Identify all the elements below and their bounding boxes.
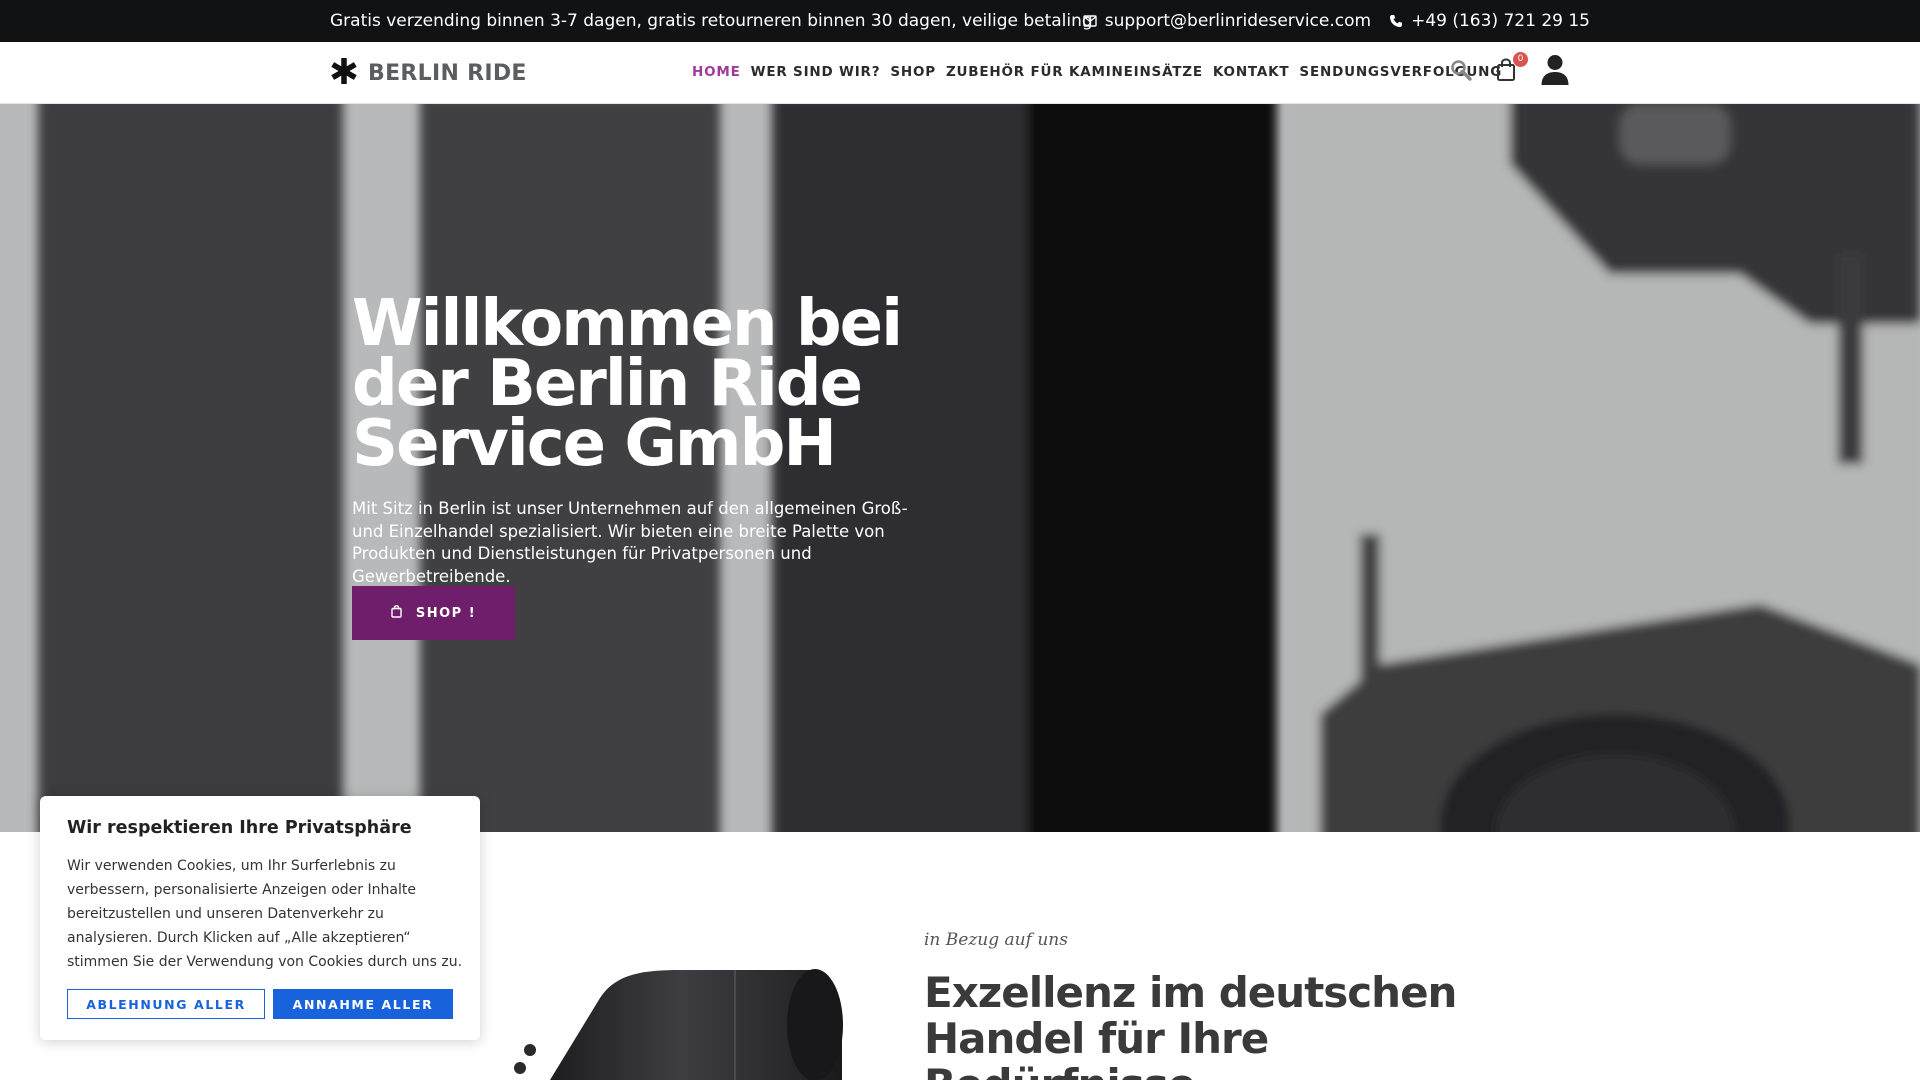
cart-count-badge: 0 — [1513, 52, 1528, 67]
contact-info: support@berlinrideservice.com +49 (163) … — [1083, 11, 1590, 31]
nav-item-home[interactable]: HOME — [692, 64, 741, 80]
reject-all-button[interactable]: ABLEHNUNG ALLER — [67, 989, 265, 1019]
nav-item-shop[interactable]: SHOP — [890, 64, 936, 80]
top-bar: Gratis verzending binnen 3-7 dagen, grat… — [0, 0, 1920, 42]
hero-section: Willkommen bei der Berlin Ride Service G… — [0, 104, 1920, 832]
site-header: BERLIN RIDE HOME WER SIND WIR? SHOP ZUBE… — [0, 42, 1920, 104]
cookie-consent-banner: Wir respektieren Ihre Privatsphäre Wir v… — [40, 796, 480, 1040]
user-icon[interactable] — [1540, 54, 1570, 91]
hero-title: Willkommen bei der Berlin Ride Service G… — [352, 287, 903, 481]
accept-all-button[interactable]: ANNAHME ALLER — [273, 989, 453, 1019]
nav-item-zubehoer[interactable]: ZUBEHÖR FÜR KAMINEINSÄTZE — [946, 64, 1203, 80]
phone-link[interactable]: +49 (163) 721 29 15 — [1389, 11, 1590, 31]
about-title: Exzellenz im deutschen Handel für Ihre B… — [924, 968, 1457, 1080]
shipping-promo-text: Gratis verzending binnen 3-7 dagen, grat… — [330, 11, 1093, 31]
product-image — [490, 960, 850, 1080]
logo-text: BERLIN RIDE — [368, 61, 527, 86]
about-tagline: in Bezug auf uns — [924, 930, 1068, 950]
email-link[interactable]: support@berlinrideservice.com — [1083, 11, 1371, 31]
shop-button-label: SHOP ! — [415, 605, 477, 621]
asterisk-icon — [330, 56, 358, 91]
hero-description: Mit Sitz in Berlin ist unser Unternehmen… — [352, 499, 908, 586]
cookie-text: Wir verwenden Cookies, um Ihr Surferlebn… — [67, 858, 463, 970]
cookie-title: Wir respektieren Ihre Privatsphäre — [67, 818, 412, 838]
site-logo[interactable]: BERLIN RIDE — [330, 56, 527, 91]
phone-icon — [1389, 14, 1403, 28]
email-address: support@berlinrideservice.com — [1104, 11, 1372, 31]
shop-button[interactable]: SHOP ! — [352, 586, 515, 640]
nav-item-wer-sind-wir[interactable]: WER SIND WIR? — [751, 64, 881, 80]
shopping-bag-icon — [391, 604, 402, 622]
shopping-bag-icon — [1496, 58, 1516, 86]
envelope-icon — [1083, 15, 1097, 27]
phone-number: +49 (163) 721 29 15 — [1411, 11, 1590, 31]
main-navigation: HOME WER SIND WIR? SHOP ZUBEHÖR FÜR KAMI… — [692, 64, 1502, 80]
cart-button[interactable]: 0 — [1496, 52, 1528, 87]
nav-item-kontakt[interactable]: KONTAKT — [1213, 64, 1290, 80]
header-actions: 0 — [1450, 52, 1570, 91]
search-icon[interactable] — [1450, 59, 1472, 86]
